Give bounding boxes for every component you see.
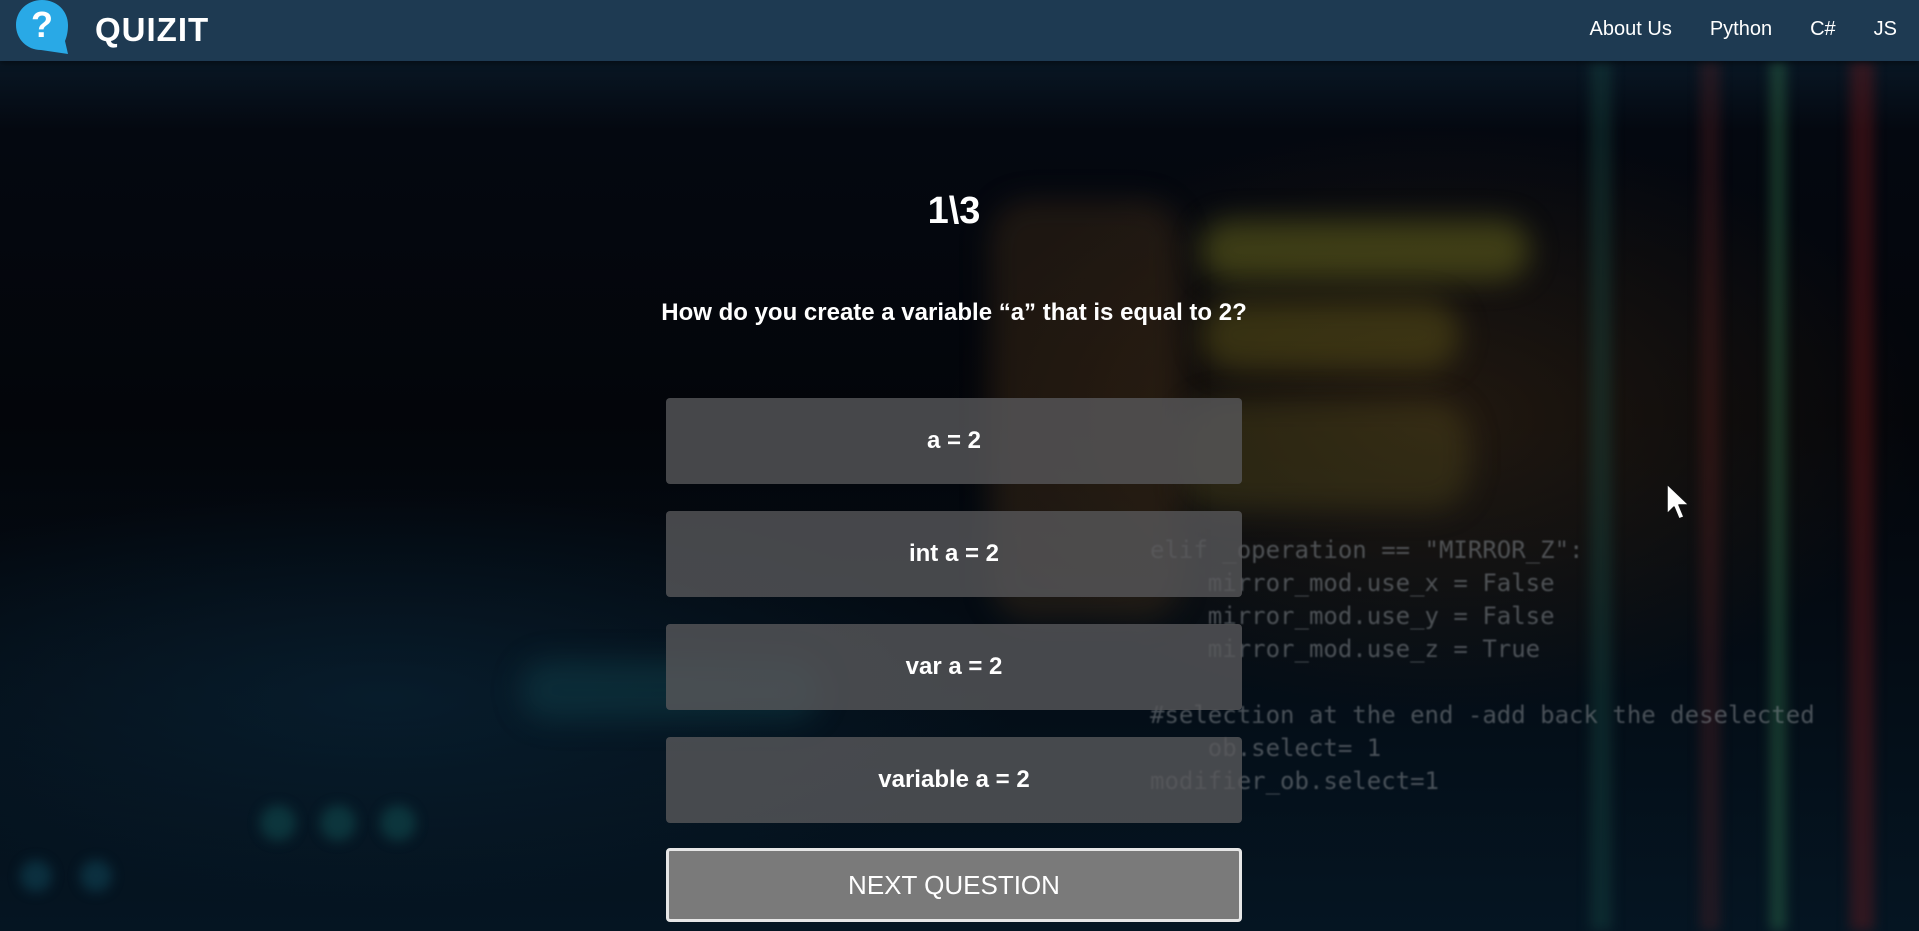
question-text: How do you create a variable “a” that is… [661, 299, 1247, 326]
background-dot [20, 860, 52, 892]
nav-links: About Us Python C# JS [1552, 0, 1897, 58]
nav-link-python[interactable]: Python [1710, 18, 1772, 41]
question-bubble-icon[interactable]: ? [13, 0, 71, 57]
question-counter: 1\3 [927, 190, 981, 232]
next-question-button[interactable]: NEXT QUESTION [666, 848, 1242, 922]
background-code: elif _operation == "MIRROR_Z": mirror_mo… [1150, 536, 1815, 795]
mouse-cursor-icon [1666, 483, 1690, 520]
answer-option-1[interactable]: a = 2 [666, 398, 1242, 484]
nav-link-csharp[interactable]: C# [1810, 18, 1836, 41]
answer-list: a = 2 int a = 2 var a = 2 variable a = 2 [666, 398, 1242, 850]
brand-name[interactable]: QUIZIT [95, 11, 209, 49]
answer-option-3[interactable]: var a = 2 [666, 624, 1242, 710]
background-dot [380, 805, 416, 841]
nav-link-js[interactable]: JS [1874, 18, 1897, 41]
background-dot [80, 860, 112, 892]
background-dot [260, 805, 296, 841]
answer-option-2[interactable]: int a = 2 [666, 511, 1242, 597]
nav-link-about-us[interactable]: About Us [1590, 18, 1672, 41]
background-dot [320, 805, 356, 841]
svg-text:?: ? [31, 4, 53, 45]
answer-option-4[interactable]: variable a = 2 [666, 737, 1242, 823]
top-navbar: ? QUIZIT About Us Python C# JS [0, 0, 1919, 61]
